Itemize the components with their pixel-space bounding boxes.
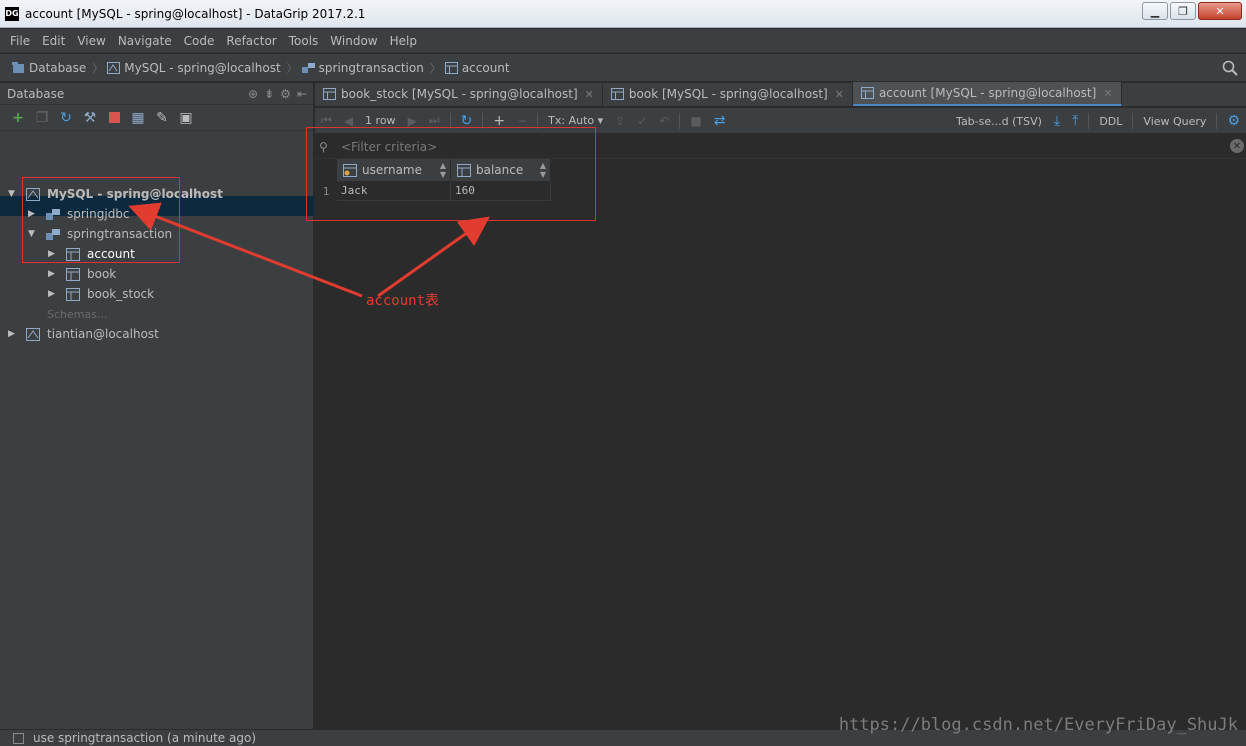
menu-code[interactable]: Code xyxy=(178,34,221,48)
ddl-button[interactable]: DDL xyxy=(1099,115,1122,128)
tab-account[interactable]: account [MySQL - spring@localhost] ✕ xyxy=(852,82,1122,106)
mysql-icon xyxy=(107,61,121,74)
table-icon xyxy=(610,88,624,100)
annotation-box-tree xyxy=(22,177,180,263)
copy-icon[interactable]: ❐ xyxy=(34,110,50,126)
close-button[interactable]: ✕ xyxy=(1198,2,1242,20)
gear-icon[interactable]: ⚙ xyxy=(280,87,291,101)
window-title: account [MySQL - spring@localhost] - Dat… xyxy=(25,6,366,21)
breadcrumb-schema[interactable]: springtransaction 〉 xyxy=(301,60,441,76)
menu-navigate[interactable]: Navigate xyxy=(112,34,178,48)
breadcrumb-table[interactable]: account xyxy=(444,61,510,75)
editor-tabs: book_stock [MySQL - spring@localhost] ✕ … xyxy=(315,82,1246,107)
minimize-button[interactable]: ▁ xyxy=(1142,2,1168,20)
close-tab-icon[interactable]: ✕ xyxy=(1103,87,1112,100)
edit-source-icon[interactable]: ✎ xyxy=(154,110,170,126)
menu-edit[interactable]: Edit xyxy=(36,34,71,48)
collapse-icon[interactable]: ⇟ xyxy=(264,87,274,101)
table-icon xyxy=(444,61,458,74)
collapsed-arrow-icon[interactable]: ▶ xyxy=(48,289,58,299)
add-icon[interactable]: + xyxy=(10,110,26,126)
upload-icon[interactable]: ⤒ xyxy=(1072,113,1078,129)
next-page-icon[interactable]: ▶ xyxy=(408,114,417,128)
row-count-label[interactable]: 1 row xyxy=(365,114,396,127)
previous-page-icon[interactable]: ◀ xyxy=(344,114,353,128)
status-message: use springtransaction (a minute ago) xyxy=(33,731,256,745)
tree-node-tiantian[interactable]: ▶ tiantian@localhost xyxy=(8,324,159,344)
table-icon xyxy=(66,287,80,301)
settings-gear-icon[interactable]: ⚙ xyxy=(1227,113,1240,129)
breadcrumb: Database 〉 MySQL - spring@localhost 〉 spri… xyxy=(0,54,1246,82)
mysql-icon xyxy=(26,327,40,341)
menu-refactor[interactable]: Refactor xyxy=(220,34,282,48)
tree-node-book[interactable]: ▶ book xyxy=(48,264,116,284)
refresh-icon[interactable]: ↻ xyxy=(58,110,74,126)
menu-window[interactable]: Window xyxy=(324,34,383,48)
table-icon xyxy=(860,87,874,99)
expanded-arrow-icon[interactable]: ▼ xyxy=(8,189,18,199)
rollback-icon[interactable]: ↶ xyxy=(659,114,669,128)
annotation-box-grid xyxy=(306,127,596,221)
close-tab-icon[interactable]: ✕ xyxy=(835,88,844,101)
breadcrumb-mysql[interactable]: MySQL - spring@localhost 〉 xyxy=(107,60,298,76)
last-page-icon[interactable]: ⏭ xyxy=(429,113,440,128)
table-icon xyxy=(323,88,336,100)
schema-icon xyxy=(301,62,315,73)
menu-bar: File Edit View Navigate Code Refactor To… xyxy=(0,29,1246,53)
export-format-dropdown[interactable]: Tab-se...d (TSV) xyxy=(956,115,1042,128)
tree-node-schemas-link[interactable]: Schemas... xyxy=(47,304,107,324)
properties-icon[interactable]: ⚒ xyxy=(82,110,98,126)
table-icon xyxy=(66,267,80,281)
console-icon[interactable]: ▣ xyxy=(178,110,194,126)
annotation-label: account表 xyxy=(366,293,440,309)
database-panel-header: Database ⊕ ⇟ ⚙ ⇤ xyxy=(0,83,313,105)
collapsed-arrow-icon[interactable]: ▶ xyxy=(48,269,58,279)
download-icon[interactable]: ⤓ xyxy=(1054,113,1060,129)
tab-book[interactable]: book [MySQL - spring@localhost] ✕ xyxy=(603,82,853,106)
database-icon xyxy=(12,61,24,73)
view-query-button[interactable]: View Query xyxy=(1143,115,1206,128)
transaction-mode-dropdown[interactable]: Tx: Auto ▾ xyxy=(548,114,603,127)
breadcrumb-database[interactable]: Database 〉 xyxy=(12,60,103,76)
submit-icon[interactable]: ⇪ xyxy=(615,114,625,128)
menu-tools[interactable]: Tools xyxy=(283,34,325,48)
tab-book-stock[interactable]: book_stock [MySQL - spring@localhost] ✕ xyxy=(315,82,603,106)
panel-title: Database xyxy=(7,86,65,101)
close-tab-icon[interactable]: ✕ xyxy=(585,88,594,101)
tree-node-book-stock[interactable]: ▶ book_stock xyxy=(48,284,154,304)
cancel-query-icon[interactable]: ■ xyxy=(690,114,701,128)
watermark: https://blog.csdn.net/EveryFriDay_ShuJk xyxy=(838,715,1238,735)
stop-icon[interactable] xyxy=(106,110,122,126)
collapsed-arrow-icon[interactable]: ▶ xyxy=(8,329,18,339)
data-editor: ⚲ <Filter criteria> ✕ username ▲ ▼ balanc… xyxy=(315,135,1246,729)
menu-help[interactable]: Help xyxy=(384,34,423,48)
first-page-icon[interactable]: ⏮ xyxy=(321,113,332,128)
table-view-icon[interactable]: ▦ xyxy=(130,110,146,126)
restore-button[interactable]: ❐ xyxy=(1170,2,1196,20)
search-icon[interactable] xyxy=(1222,60,1238,76)
title-bar: DG account [MySQL - spring@localhost] - … xyxy=(0,0,1246,28)
hide-panel-icon[interactable]: ⇤ xyxy=(297,87,307,101)
menu-file[interactable]: File xyxy=(4,34,36,48)
compare-icon[interactable]: ⇄ xyxy=(714,113,726,129)
delete-row-icon[interactable]: − xyxy=(517,114,527,128)
datagrip-app-icon: DG xyxy=(5,6,19,21)
commit-icon[interactable]: ✓ xyxy=(637,114,647,128)
toggle-panels-icon[interactable] xyxy=(13,732,24,744)
clear-filter-icon[interactable]: ✕ xyxy=(1230,139,1244,153)
database-toolbar: + ❐ ↻ ⚒ ▦ ✎ ▣ xyxy=(0,105,313,131)
target-icon[interactable]: ⊕ xyxy=(248,87,258,101)
menu-view[interactable]: View xyxy=(71,34,111,48)
